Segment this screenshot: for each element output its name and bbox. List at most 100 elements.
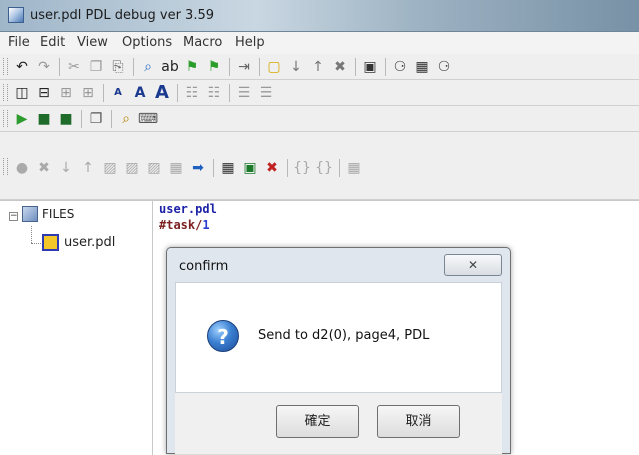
toolbar-separator bbox=[59, 58, 60, 76]
find-in-files-icon: ▦ bbox=[415, 59, 429, 75]
compile-button[interactable]: ▨ bbox=[144, 158, 164, 178]
format-button[interactable]: ☷ bbox=[182, 83, 202, 103]
save-as-button[interactable]: ■ bbox=[56, 109, 76, 129]
find-in-files-button[interactable]: ▦ bbox=[412, 57, 432, 77]
next-bookmark-icon: ↓ bbox=[290, 59, 302, 75]
align-outdent-button[interactable]: ☰ bbox=[256, 83, 276, 103]
menu-edit[interactable]: Edit bbox=[40, 35, 65, 50]
brace-button[interactable]: {} bbox=[292, 158, 312, 178]
toolbar-grip[interactable] bbox=[3, 58, 8, 75]
paste-button[interactable]: ⎘ bbox=[108, 57, 128, 77]
editor-line: user.pdl bbox=[159, 202, 217, 216]
next-bookmark-button[interactable]: ↓ bbox=[286, 57, 306, 77]
clear-breakpoint-button[interactable]: ✖ bbox=[34, 158, 54, 178]
bookmark-button[interactable]: ▢ bbox=[264, 57, 284, 77]
font-medium-icon: A bbox=[134, 85, 146, 101]
ok-button[interactable]: 確定 bbox=[276, 405, 359, 438]
find-prev-button[interactable]: ⚑ bbox=[204, 57, 224, 77]
replace-button[interactable]: ab bbox=[160, 57, 180, 77]
zoom-button[interactable]: ⌕ bbox=[116, 109, 136, 129]
menu-macro[interactable]: Macro bbox=[183, 35, 222, 50]
align-button[interactable]: ☰ bbox=[234, 83, 254, 103]
font-large-button[interactable]: A bbox=[152, 83, 172, 103]
toolbar-view: ◫ ⊟ ⊞ ⊞ A A A ☷ ☷ ☰ ☰ bbox=[0, 80, 639, 106]
pdl-file-icon bbox=[42, 234, 59, 251]
format-block-button[interactable]: ☷ bbox=[204, 83, 224, 103]
watch-button[interactable]: ▦ bbox=[166, 158, 186, 178]
toolbar-file: ▶ ■ ■ ❐ ⌕ ⌨ bbox=[0, 106, 639, 132]
toolbar-separator bbox=[259, 58, 260, 76]
clear-breakpoint-icon: ✖ bbox=[38, 160, 50, 176]
send-button[interactable]: ▣ bbox=[240, 158, 260, 178]
settings-button[interactable]: ▦ bbox=[344, 158, 364, 178]
download-button[interactable]: ▦ bbox=[218, 158, 238, 178]
undo-button[interactable]: ↶ bbox=[12, 57, 32, 77]
menu-options[interactable]: Options bbox=[122, 35, 172, 50]
run-to-cursor-button[interactable]: ▨ bbox=[122, 158, 142, 178]
split-horizontal-icon: ⊟ bbox=[38, 85, 50, 101]
find-next-button[interactable]: ⚑ bbox=[182, 57, 202, 77]
redo-button[interactable]: ↷ bbox=[34, 57, 54, 77]
search-binoculars-button[interactable]: ⚆ bbox=[434, 57, 454, 77]
font-large-icon: A bbox=[155, 82, 169, 103]
split-horizontal-button[interactable]: ⊟ bbox=[34, 83, 54, 103]
cancel-button[interactable]: 取消 bbox=[377, 405, 460, 438]
toolbar-grip[interactable] bbox=[3, 158, 8, 175]
collapse-icon[interactable]: − bbox=[9, 212, 18, 221]
clear-bookmarks-button[interactable]: ✖ bbox=[330, 57, 350, 77]
tree-file-label[interactable]: user.pdl bbox=[64, 235, 115, 250]
send-icon: ▣ bbox=[243, 160, 257, 176]
editor-line-text: #task/ bbox=[159, 218, 203, 232]
redo-icon: ↷ bbox=[38, 59, 50, 75]
font-small-button[interactable]: A bbox=[108, 83, 128, 103]
run-icon: ▨ bbox=[103, 160, 117, 176]
split-vertical-button[interactable]: ◫ bbox=[12, 83, 32, 103]
binoculars-button[interactable]: ⚆ bbox=[390, 57, 410, 77]
go-button[interactable]: ➡ bbox=[188, 158, 208, 178]
breakpoint-icon: ● bbox=[15, 160, 29, 176]
brace-match-button[interactable]: {} bbox=[314, 158, 334, 178]
app-icon bbox=[8, 7, 24, 23]
tree-root-label[interactable]: FILES bbox=[42, 207, 74, 221]
pages-button[interactable]: ❐ bbox=[86, 109, 106, 129]
menu-view[interactable]: View bbox=[77, 35, 108, 50]
save-all-button[interactable]: ▣ bbox=[360, 57, 380, 77]
find-next-icon: ⚑ bbox=[185, 59, 199, 75]
tile-grid-button[interactable]: ⊞ bbox=[78, 83, 98, 103]
find-prev-icon: ⚑ bbox=[207, 59, 221, 75]
indent-button[interactable]: ⇥ bbox=[234, 57, 254, 77]
confirm-dialog: confirm ✕ ? Send to d2(0), page4, PDL 確定… bbox=[166, 247, 511, 454]
step-out-button[interactable]: ↑ bbox=[78, 158, 98, 178]
step-out-icon: ↑ bbox=[82, 160, 94, 176]
copy-icon: ❐ bbox=[89, 59, 103, 75]
open-folder-button[interactable]: ▶ bbox=[12, 109, 32, 129]
font-medium-button[interactable]: A bbox=[130, 83, 150, 103]
window-title: user.pdl PDL debug ver 3.59 bbox=[30, 8, 215, 23]
go-icon: ➡ bbox=[192, 160, 204, 176]
toolbar-edit: ↶ ↷ ✂ ❐ ⎘ ⌕ ab ⚑ ⚑ ⇥ ▢ ↓ ↑ ✖ ▣ ⚆ ▦ ⚆ bbox=[0, 54, 639, 80]
toolbar-separator bbox=[287, 159, 288, 177]
dialog-close-button[interactable]: ✕ bbox=[444, 254, 502, 276]
breakpoint-button[interactable]: ● bbox=[12, 158, 32, 178]
toolbar-separator bbox=[229, 58, 230, 76]
toolbar-grip[interactable] bbox=[3, 110, 8, 127]
toolbar-separator bbox=[133, 58, 134, 76]
cut-button[interactable]: ✂ bbox=[64, 57, 84, 77]
replace-icon: ab bbox=[161, 59, 179, 75]
prev-bookmark-button[interactable]: ↑ bbox=[308, 57, 328, 77]
format-block-icon: ☷ bbox=[207, 85, 221, 101]
menu-help[interactable]: Help bbox=[235, 35, 265, 50]
keyboard-button[interactable]: ⌨ bbox=[138, 109, 158, 129]
tile-button[interactable]: ⊞ bbox=[56, 83, 76, 103]
dialog-title: confirm bbox=[179, 259, 229, 274]
menu-file[interactable]: File bbox=[8, 35, 30, 50]
copy-button[interactable]: ❐ bbox=[86, 57, 106, 77]
cancel-send-button[interactable]: ✖ bbox=[262, 158, 282, 178]
step-into-button[interactable]: ↓ bbox=[56, 158, 76, 178]
run-to-cursor-icon: ▨ bbox=[125, 160, 139, 176]
save-button[interactable]: ■ bbox=[34, 109, 54, 129]
files-folder-icon bbox=[22, 206, 38, 222]
run-button[interactable]: ▨ bbox=[100, 158, 120, 178]
toolbar-grip[interactable] bbox=[3, 84, 8, 101]
find-button[interactable]: ⌕ bbox=[138, 57, 158, 77]
